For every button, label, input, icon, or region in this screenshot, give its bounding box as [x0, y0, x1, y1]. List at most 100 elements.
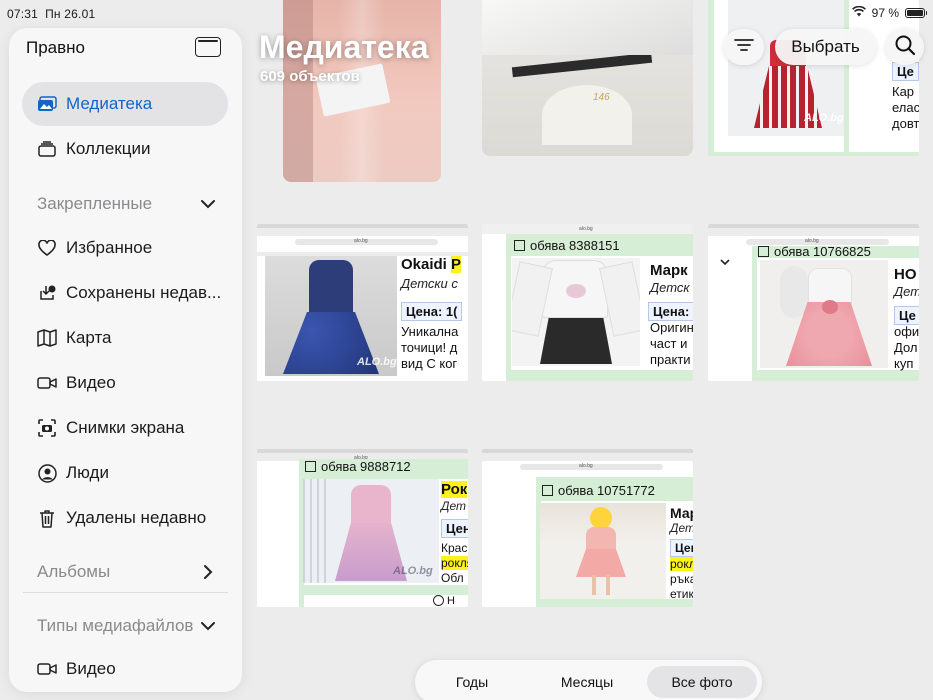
segment-years[interactable]: Годы — [421, 666, 523, 698]
filter-icon — [734, 38, 754, 57]
description: Оригин част и практи — [650, 320, 693, 367]
section-media-types[interactable]: Типы медиафайлов — [37, 616, 193, 636]
search-icon — [894, 34, 916, 61]
sidebar-item-label: Сохранены недав... — [66, 283, 222, 302]
sidebar-item-label: Снимки экрана — [66, 418, 185, 437]
price-label: Цена: — [648, 302, 693, 321]
sidebar-item-people[interactable]: Люди — [22, 451, 228, 495]
status-right: 97 % — [851, 5, 927, 20]
ad-title: HO — [894, 266, 917, 283]
description: Уникална точици! д вид С ког — [401, 324, 459, 371]
status-bar: 07:31 Пн 26.01 97 % — [0, 0, 933, 26]
section-albums[interactable]: Альбомы — [37, 562, 110, 582]
chevron-down-icon — [720, 254, 730, 266]
footer-link: Н — [433, 595, 455, 607]
photo-thumbnail[interactable] — [283, 0, 441, 182]
ad-category: Дет — [441, 499, 466, 513]
description: офи Дол куп — [894, 324, 919, 371]
description: Кар елас довт — [892, 84, 919, 131]
price-label: Цен — [441, 519, 468, 538]
chevron-down-icon[interactable] — [200, 618, 216, 634]
product-photo: ALO.bg — [303, 479, 439, 583]
ad-category: Детски с — [401, 276, 458, 291]
sidebar-item-label: Видео — [66, 659, 116, 678]
sidebar-item-media-videos[interactable]: Видео — [22, 647, 228, 691]
select-button[interactable]: Выбрать — [775, 29, 876, 65]
view-segmented-control: Годы Месяцы Все фото — [415, 660, 762, 700]
battery-percent: 97 % — [871, 6, 899, 20]
sidebar-item-screenshots[interactable]: Снимки экрана — [22, 406, 228, 450]
filter-button[interactable] — [724, 29, 764, 65]
description: роклръкаетик — [670, 557, 693, 602]
collections-icon — [36, 138, 58, 160]
sidebar-item-collections[interactable]: Коллекции — [22, 127, 228, 171]
sidebar-item-videos[interactable]: Видео — [22, 361, 228, 405]
url-text: alo.bg — [354, 238, 368, 244]
product-photo: ALO.bg — [265, 256, 397, 376]
video-icon — [36, 372, 58, 394]
photos-icon — [36, 93, 58, 115]
item-count: 609 объектов — [260, 68, 360, 85]
ad-category: Детск — [650, 280, 690, 295]
page-title: Медиатека — [259, 29, 429, 65]
sidebar-item-label: Люди — [66, 463, 109, 482]
heart-icon — [36, 237, 58, 259]
chevron-down-icon[interactable] — [200, 196, 216, 212]
price-label: Це — [894, 306, 919, 325]
sidebar-item-library[interactable]: Медиатека — [22, 82, 228, 126]
product-photo — [540, 503, 666, 599]
price-label: Цен — [670, 539, 693, 557]
divider — [23, 592, 228, 593]
screenshot-thumbnail[interactable]: alo.bg обява 10766825 HO Дет Це офи Дол ку… — [708, 224, 919, 381]
product-photo — [512, 258, 640, 366]
ad-number: обява 10766825 — [758, 244, 871, 259]
recently-saved-icon — [36, 282, 58, 304]
sidebar-item-map[interactable]: Карта — [22, 316, 228, 360]
video-icon — [36, 658, 58, 680]
price-label: Цена: 1( — [401, 302, 463, 321]
ad-number: обява 10751772 — [542, 483, 655, 498]
screenshot-thumbnail[interactable]: alo.bg обява 8388151 Марк Детск Цена: Ор… — [482, 224, 693, 381]
person-icon — [36, 462, 58, 484]
trash-icon — [36, 507, 58, 529]
screenshot-thumbnail[interactable]: alo.bg обява 10751772 Мар Дет Цен роклръ… — [482, 449, 693, 607]
battery-icon — [905, 8, 927, 18]
sidebar-item-label: Коллекции — [66, 139, 151, 158]
size-tag: 146 — [593, 92, 610, 103]
ad-category: Дет — [670, 521, 693, 535]
search-button[interactable] — [886, 29, 924, 65]
map-icon — [36, 327, 58, 349]
sidebar-item-label: Видео — [66, 373, 116, 392]
screenshot-icon — [36, 417, 58, 439]
ad-title: Марк — [650, 262, 688, 279]
watermark: ALO.bg — [357, 356, 397, 368]
ad-title: Мар — [670, 505, 693, 521]
sidebar-item-recently-saved[interactable]: Сохранены недав... — [22, 271, 228, 315]
wifi-icon — [851, 5, 866, 20]
ad-category: Дет — [894, 284, 919, 299]
segment-months[interactable]: Месяцы — [533, 666, 641, 698]
url-text: alo.bg — [579, 463, 593, 469]
sidebar-item-label: Карта — [66, 328, 112, 347]
section-pinned[interactable]: Закрепленные — [37, 194, 152, 214]
edit-button[interactable]: Правно — [26, 38, 85, 58]
ad-title: Okaidi P — [401, 256, 462, 273]
product-photo — [760, 260, 888, 368]
sidebar-item-label: Удалены недавно — [66, 508, 207, 527]
sidebar: Правно Медиатека Коллекции Закрепленные … — [9, 28, 242, 692]
status-time: 07:31 Пн 26.01 — [7, 7, 96, 21]
segment-all-photos[interactable]: Все фото — [647, 666, 757, 698]
sidebar-item-label: Избранное — [66, 238, 153, 257]
ad-number: обява 8388151 — [514, 238, 620, 253]
screenshot-thumbnail[interactable]: alo.bg ALO.bg Okaidi P Детски с Цена: 1(… — [257, 224, 468, 381]
ad-title: Рок — [441, 481, 468, 498]
screenshot-thumbnail[interactable]: alo.bg обява 9888712 ALO.bg Рок Дет Цен … — [257, 449, 468, 607]
sidebar-item-favorites[interactable]: Избранное — [22, 226, 228, 270]
sidebar-item-recently-deleted[interactable]: Удалены недавно — [22, 496, 228, 540]
watermark: ALO.bg — [393, 565, 433, 577]
chevron-right-icon[interactable] — [200, 564, 216, 580]
watermark: ALO.bg — [804, 112, 844, 124]
sidebar-toggle-icon[interactable] — [195, 37, 221, 57]
description: КрасрокляОбл — [441, 541, 468, 586]
sidebar-item-label: Медиатека — [66, 94, 153, 113]
